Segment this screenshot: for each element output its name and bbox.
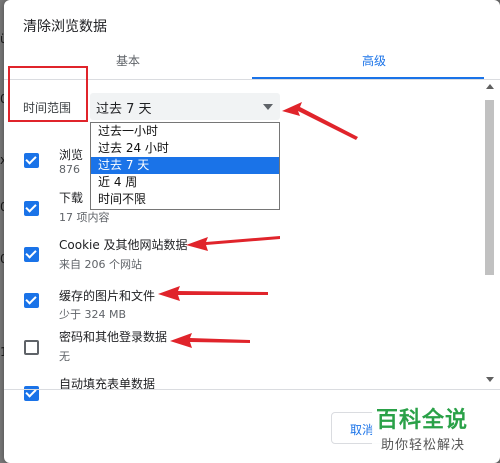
annotation-arrow-icon xyxy=(282,102,358,140)
watermark: 百科全说 助你轻松解决 xyxy=(372,402,496,458)
annotation-arrow-icon xyxy=(158,286,268,301)
annotation-arrow-icon xyxy=(170,333,250,348)
annotation-arrows xyxy=(158,102,358,348)
annotation-arrow-icon xyxy=(186,236,280,251)
watermark-slogan: 助你轻松解决 xyxy=(381,438,466,453)
watermark-logo-text: 百科全说 xyxy=(376,408,469,433)
